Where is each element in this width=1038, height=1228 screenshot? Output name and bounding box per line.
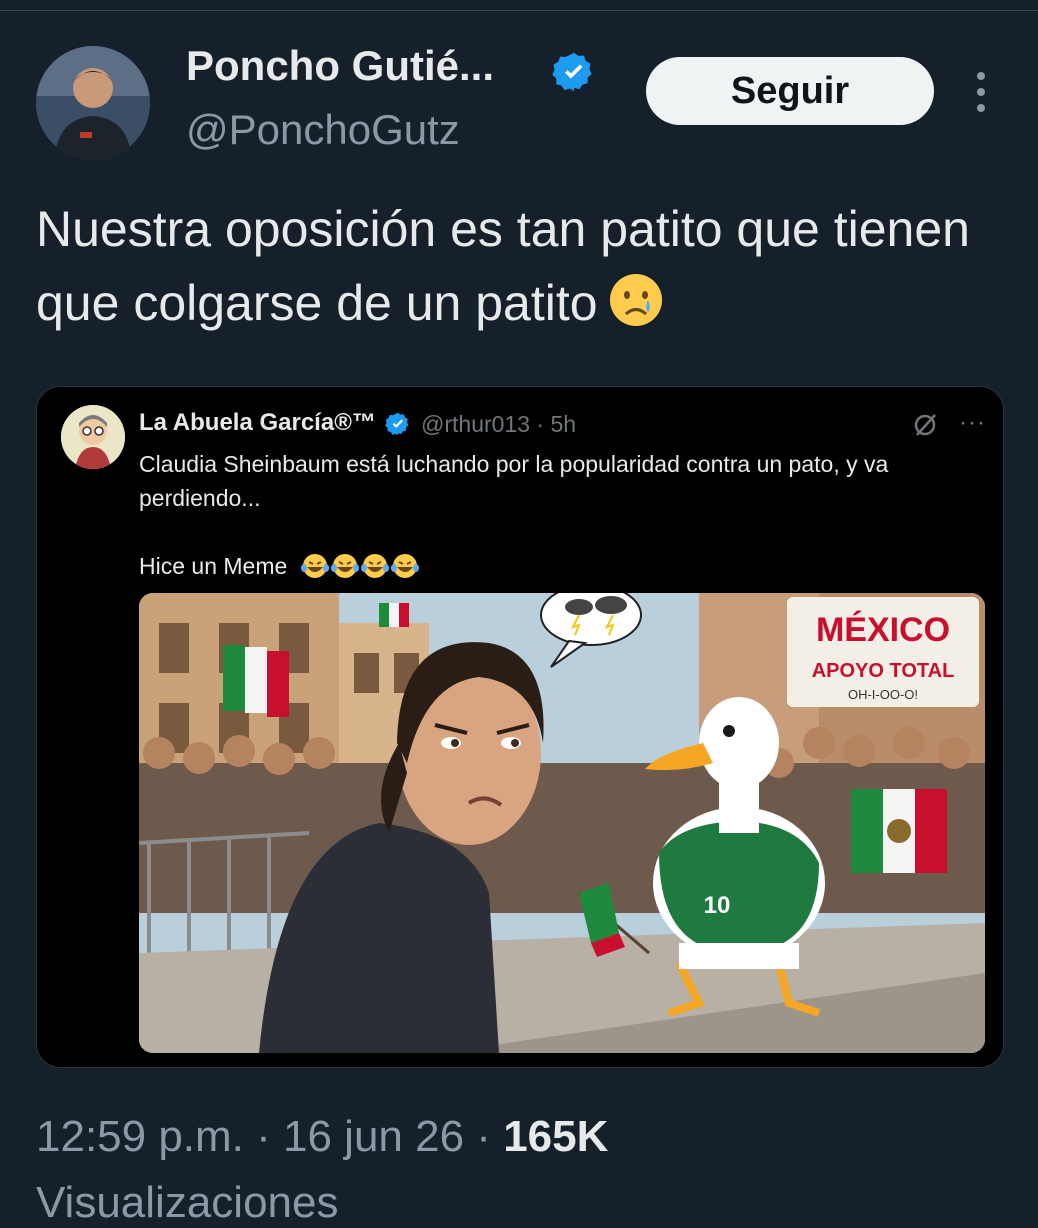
author-display-name[interactable]: Poncho Gutié... [186, 42, 494, 90]
meta-separator-2: · [464, 1112, 504, 1161]
quoted-author-avatar[interactable] [61, 405, 125, 469]
more-options-icon[interactable] [966, 72, 996, 112]
top-divider [0, 0, 1038, 11]
jersey-number: 10 [704, 892, 731, 919]
quoted-text-line2-label: Hice un Meme [139, 553, 288, 579]
meme-image[interactable]: MÉXICO APOYO TOTAL OH-I-OO-O! 10 [139, 593, 985, 1053]
banner-title: MÉXICO [816, 611, 950, 649]
crying-face-emoji-icon [608, 272, 664, 348]
tweet-date: 16 jun 26 [283, 1112, 465, 1161]
tweet-text: Nuestra oposición es tan patito que tien… [36, 192, 996, 348]
author-handle[interactable]: @PonchoGutz [186, 106, 460, 154]
quoted-text-line1: Claudia Sheinbaum está luchando por la p… [139, 451, 889, 511]
tweet-text-content: Nuestra oposición es tan patito que tien… [36, 201, 970, 331]
joy-emoji-icon [330, 553, 360, 579]
grok-icon[interactable] [911, 411, 939, 439]
quoted-more-icon[interactable]: ··· [959, 409, 986, 437]
joy-emoji-icon [390, 553, 420, 579]
quoted-text-line2: Hice un Meme [139, 549, 979, 583]
views-count: 165K [503, 1112, 609, 1161]
verified-badge-icon [552, 52, 592, 92]
quoted-verified-badge-icon [385, 412, 409, 436]
author-avatar[interactable] [36, 46, 150, 160]
meta-separator-1: · [243, 1112, 284, 1161]
joy-emoji-icon [360, 553, 390, 579]
views-label: Visualizaciones [36, 1178, 339, 1227]
tweet-time: 12:59 p.m. [36, 1112, 244, 1161]
joy-emoji-icon [294, 553, 330, 579]
quoted-tweet-card[interactable]: La Abuela García®™ @rthur013 · 5h ··· Cl… [36, 386, 1004, 1068]
banner-chant: OH-I-OO-O! [848, 687, 918, 702]
banner-subtitle: APOYO TOTAL [812, 660, 955, 682]
quoted-author-name[interactable]: La Abuela García®™ [139, 409, 376, 437]
tweet-timestamp[interactable]: 12:59 p.m. · 16 jun 26 · 165K [36, 1112, 608, 1162]
follow-button[interactable]: Seguir [646, 57, 934, 125]
quoted-tweet-text: Claudia Sheinbaum está luchando por la p… [139, 447, 979, 583]
quoted-author-handle[interactable]: @rthur013 · 5h [421, 411, 576, 438]
